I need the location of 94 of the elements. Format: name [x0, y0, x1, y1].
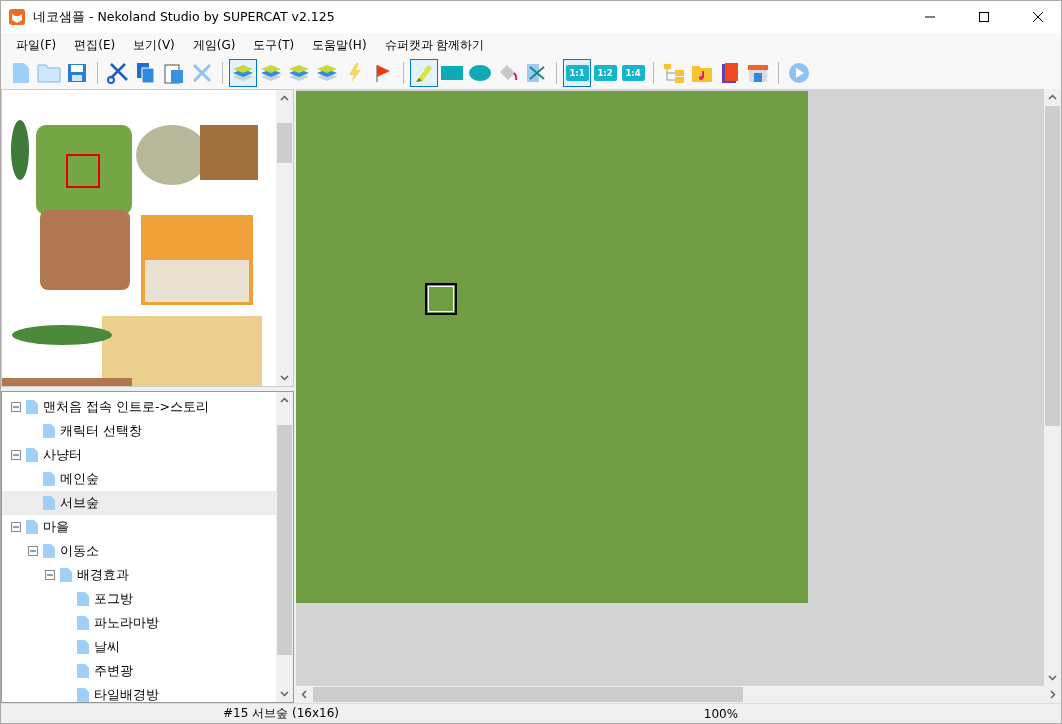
page-icon [26, 520, 38, 534]
tree-item[interactable]: 캐릭터 선택창 [2, 419, 276, 443]
tree-item[interactable]: 사냥터 [2, 443, 276, 467]
layer-button[interactable] [229, 59, 257, 87]
tree-label: 사냥터 [43, 446, 82, 464]
tile-cursor [425, 283, 457, 315]
tree-label: 마을 [43, 518, 69, 536]
rectangle-icon [441, 66, 463, 80]
layers-icon [288, 63, 310, 83]
shop-icon [747, 63, 769, 83]
tree-item[interactable]: 마을 [2, 515, 276, 539]
scrollbar-thumb[interactable] [277, 123, 292, 163]
tree-item[interactable]: 이동소 [2, 539, 276, 563]
scroll-up-icon[interactable] [1048, 93, 1057, 102]
scissors-icon [526, 63, 546, 83]
highlighter-icon [414, 63, 434, 83]
tree-label: 타일배경방 [94, 686, 159, 702]
music-folder-icon [691, 63, 713, 83]
maximize-icon [979, 12, 989, 22]
book-icon [720, 62, 740, 84]
status-map-info: #15 서브숲 (16x16) [222, 705, 340, 722]
page-icon [26, 448, 38, 462]
layers-icon [260, 63, 282, 83]
tree-label: 이동소 [60, 542, 99, 560]
scroll-left-icon[interactable] [300, 690, 309, 699]
scroll-up-icon[interactable] [280, 396, 289, 405]
tree-item[interactable]: 날씨 [2, 635, 276, 659]
flag-icon [374, 63, 392, 83]
page-icon [43, 424, 55, 438]
tree-label: 서브숲 [60, 494, 99, 512]
page-icon [43, 496, 55, 510]
paint-bucket-icon [498, 63, 518, 83]
pencil-button[interactable] [410, 59, 438, 87]
tree-label: 맨처음 접속 인트로->스토리 [43, 398, 209, 416]
scrollbar-thumb[interactable] [277, 425, 292, 655]
tree-item[interactable]: 주변광 [2, 659, 276, 683]
collapse-icon[interactable] [11, 522, 21, 532]
tree-item[interactable]: 포그방 [2, 587, 276, 611]
close-icon [1033, 12, 1043, 22]
tree-label: 포그방 [94, 590, 133, 608]
tree-item[interactable]: 맨처음 접속 인트로->스토리 [2, 395, 276, 419]
scroll-down-icon[interactable] [280, 373, 289, 382]
tree-item[interactable]: 타일배경방 [2, 683, 276, 702]
copy-icon [136, 62, 156, 84]
clipboard-icon [164, 62, 184, 84]
menu-item[interactable]: 슈퍼캣과 함께하기 [375, 36, 494, 54]
scroll-right-icon[interactable] [1048, 690, 1057, 699]
window-title: 네코샘플 - Nekoland Studio by SUPERCAT v2.125 [33, 8, 336, 26]
layers-icon [232, 63, 254, 83]
collapse-icon[interactable] [28, 546, 38, 556]
tree-label: 캐릭터 선택창 [60, 422, 142, 440]
menu-item[interactable]: 게임(G) [183, 36, 245, 54]
tree-item[interactable]: 파노라마방 [2, 611, 276, 635]
document-icon [11, 62, 31, 84]
tree-item[interactable]: 배경효과 [2, 563, 276, 587]
page-icon [77, 592, 89, 606]
status-zoom: 100% [702, 706, 740, 721]
tree-label: 메인숲 [60, 470, 99, 488]
collapse-icon[interactable] [11, 450, 21, 460]
menu-item[interactable]: 도구(T) [244, 36, 304, 54]
folder-tree-icon [663, 63, 685, 83]
x-icon [192, 63, 212, 83]
tree-item[interactable]: 메인숲 [2, 467, 276, 491]
layers-icon [316, 63, 338, 83]
page-icon [43, 544, 55, 558]
tree-label: 파노라마방 [94, 614, 159, 632]
scrollbar-thumb[interactable] [1045, 106, 1060, 426]
lightning-icon [347, 62, 363, 84]
page-icon [77, 688, 89, 702]
tree-item[interactable]: 서브숲 [2, 491, 276, 515]
scroll-up-icon[interactable] [280, 94, 289, 103]
menu-item[interactable]: 편집(E) [65, 36, 125, 54]
page-icon [77, 616, 89, 630]
page-icon [77, 664, 89, 678]
scroll-down-icon[interactable] [1048, 673, 1057, 682]
tree-label: 주변광 [94, 662, 133, 680]
play-icon [788, 62, 810, 84]
page-icon [43, 472, 55, 486]
page-icon [77, 640, 89, 654]
cat-logo-icon [9, 9, 25, 25]
folder-icon [37, 63, 61, 83]
scroll-down-icon[interactable] [280, 689, 289, 698]
tree-label: 날씨 [94, 638, 120, 656]
scissors-icon [107, 62, 129, 84]
menu-item[interactable]: 도움말(H) [303, 36, 376, 54]
collapse-icon[interactable] [45, 570, 55, 580]
menu-item[interactable]: 파일(F) [7, 36, 66, 54]
scrollbar-thumb[interactable] [313, 687, 743, 702]
tree-label: 배경효과 [77, 566, 129, 584]
page-icon [26, 400, 38, 414]
menu-item[interactable]: 보기(V) [124, 36, 184, 54]
page-icon [60, 568, 72, 582]
collapse-icon[interactable] [11, 402, 21, 412]
ellipse-icon [469, 65, 491, 81]
